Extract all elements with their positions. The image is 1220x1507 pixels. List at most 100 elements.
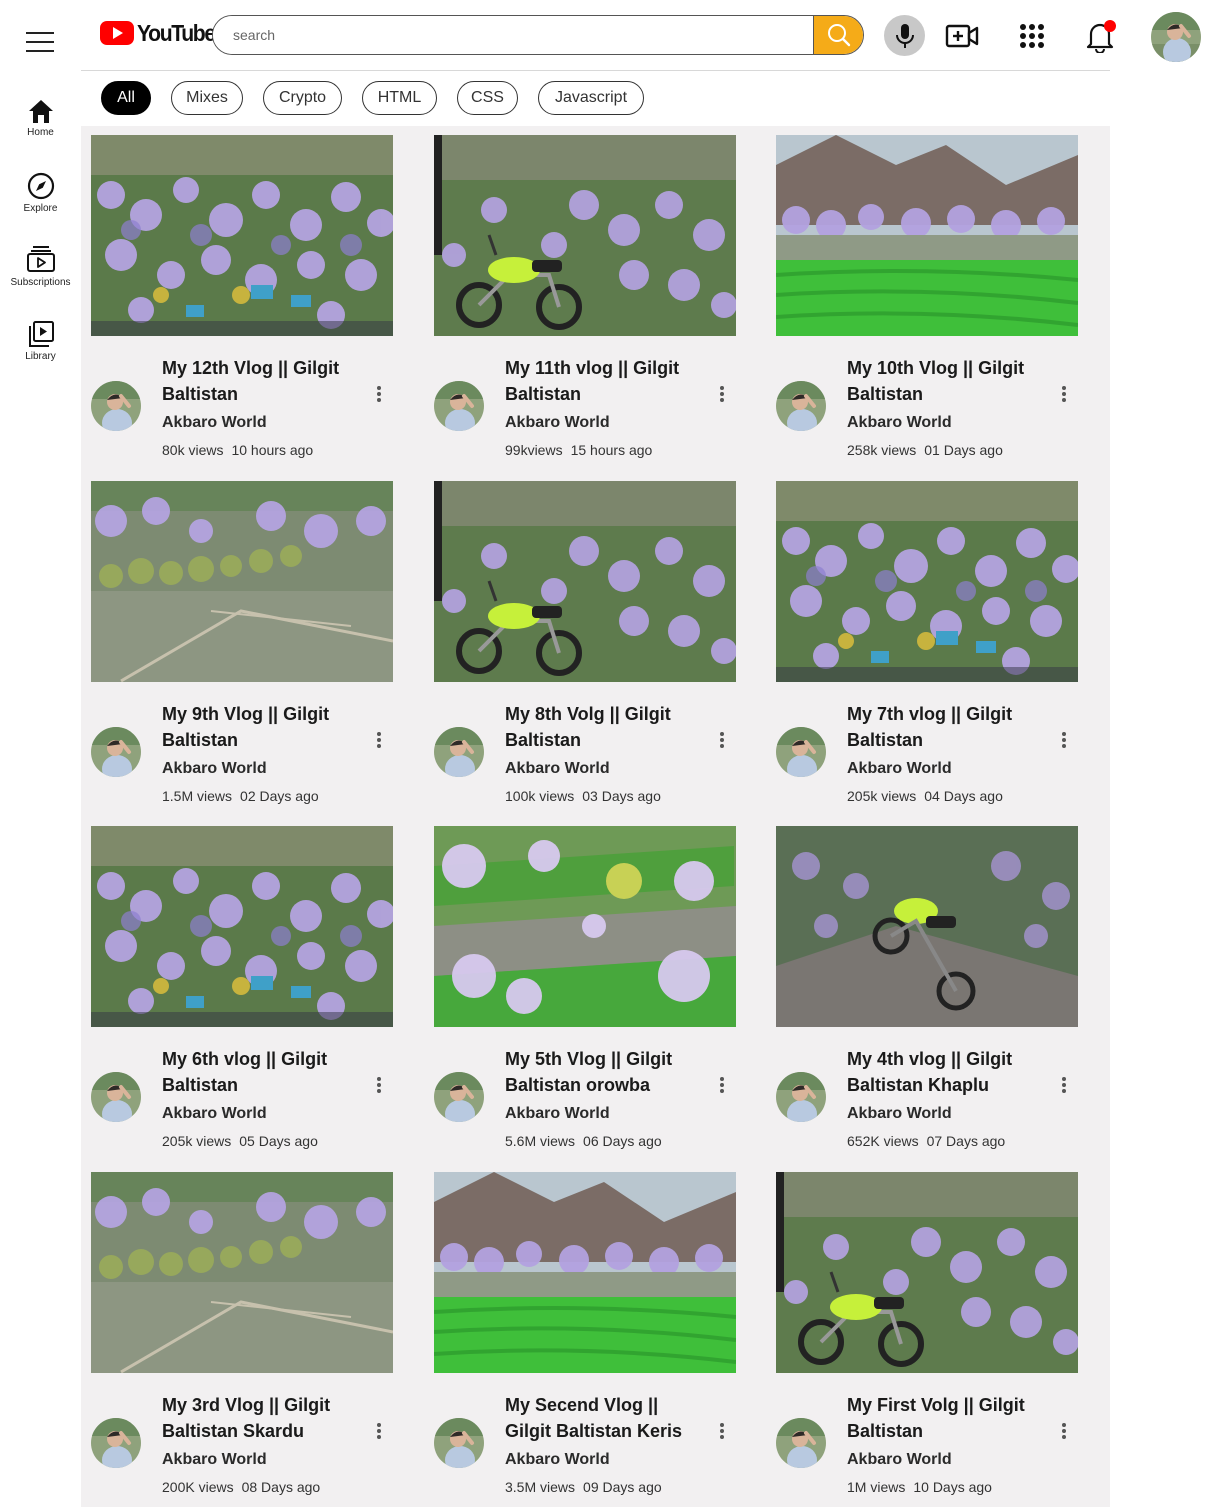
more-options-icon[interactable] xyxy=(373,383,385,405)
video-title[interactable]: My 11th vlog || Gilgit Baltistan xyxy=(505,355,705,407)
channel-name[interactable]: Akbaro World xyxy=(847,760,952,778)
menu-icon[interactable] xyxy=(26,32,54,58)
channel-avatar[interactable] xyxy=(776,727,826,777)
channel-name[interactable]: Akbaro World xyxy=(162,414,267,432)
video-thumbnail[interactable] xyxy=(91,826,393,1027)
channel-name[interactable]: Akbaro World xyxy=(505,1451,610,1469)
channel-avatar[interactable] xyxy=(776,1418,826,1468)
thumbnail-image xyxy=(776,1172,1078,1373)
thumbnail-image xyxy=(776,481,1078,682)
channel-name[interactable]: Akbaro World xyxy=(847,1451,952,1469)
video-title[interactable]: My 10th Vlog || Gilgit Baltistan xyxy=(847,355,1047,407)
channel-name[interactable]: Akbaro World xyxy=(505,414,610,432)
video-thumbnail[interactable] xyxy=(434,1172,736,1373)
apps-button[interactable] xyxy=(1014,18,1050,54)
channel-avatar[interactable] xyxy=(91,381,141,431)
channel-name[interactable]: Akbaro World xyxy=(505,760,610,778)
video-thumbnail[interactable] xyxy=(776,1172,1078,1373)
channel-avatar[interactable] xyxy=(91,1072,141,1122)
sidebar-item-library[interactable]: Library xyxy=(0,320,81,362)
channel-name[interactable]: Akbaro World xyxy=(162,760,267,778)
channel-avatar[interactable] xyxy=(434,1072,484,1122)
upload-age: 05 Days ago xyxy=(239,1133,318,1149)
sidebar-item-home[interactable]: Home xyxy=(0,98,81,138)
video-title[interactable]: My 9th Vlog || Gilgit Baltistan xyxy=(162,701,362,753)
video-title[interactable]: My Secend Vlog || Gilgit Baltistan Keris xyxy=(505,1392,705,1444)
video-thumbnail[interactable] xyxy=(776,135,1078,336)
view-count: 99kviews xyxy=(505,442,563,458)
video-title[interactable]: My 12th Vlog || Gilgit Baltistan xyxy=(162,355,362,407)
video-meta: 205k views 05 Days ago xyxy=(162,1133,318,1149)
upload-age: 09 Days ago xyxy=(583,1479,662,1495)
video-thumbnail[interactable] xyxy=(776,826,1078,1027)
video-title[interactable]: My 3rd Vlog || Gilgit Baltistan Skardu xyxy=(162,1392,362,1444)
account-avatar[interactable] xyxy=(1151,12,1201,62)
channel-name[interactable]: Akbaro World xyxy=(847,414,952,432)
more-options-icon[interactable] xyxy=(716,383,728,405)
more-options-icon[interactable] xyxy=(1058,729,1070,751)
search-input[interactable] xyxy=(213,16,813,54)
channel-name[interactable]: Akbaro World xyxy=(505,1105,610,1123)
compass-icon xyxy=(27,172,54,200)
video-title[interactable]: My 4th vlog || Gilgit Baltistan Khaplu xyxy=(847,1046,1047,1098)
channel-avatar[interactable] xyxy=(434,1418,484,1468)
chip-css[interactable]: CSS xyxy=(457,81,518,115)
video-title[interactable]: My 7th vlog || Gilgit Baltistan xyxy=(847,701,1047,753)
video-meta: 1.5M views 02 Days ago xyxy=(162,788,319,804)
voice-search-button[interactable] xyxy=(884,15,925,56)
more-options-icon[interactable] xyxy=(716,729,728,751)
youtube-logo[interactable]: YouTube xyxy=(100,18,221,48)
video-thumbnail[interactable] xyxy=(434,481,736,682)
video-thumbnail[interactable] xyxy=(776,481,1078,682)
chip-crypto[interactable]: Crypto xyxy=(263,81,342,115)
chip-html[interactable]: HTML xyxy=(362,81,437,115)
upload-age: 04 Days ago xyxy=(924,788,1003,804)
channel-name[interactable]: Akbaro World xyxy=(162,1105,267,1123)
view-count: 200K views xyxy=(162,1479,234,1495)
channel-avatar[interactable] xyxy=(91,1418,141,1468)
more-options-icon[interactable] xyxy=(1058,1420,1070,1442)
more-options-icon[interactable] xyxy=(373,1074,385,1096)
more-options-icon[interactable] xyxy=(373,1420,385,1442)
chip-mixes[interactable]: Mixes xyxy=(171,81,243,115)
video-title[interactable]: My 8th Volg || Gilgit Baltistan xyxy=(505,701,705,753)
view-count: 205k views xyxy=(162,1133,232,1149)
more-options-icon[interactable] xyxy=(716,1074,728,1096)
video-thumbnail[interactable] xyxy=(434,826,736,1027)
video-thumbnail[interactable] xyxy=(434,135,736,336)
video-meta: 3.5M views 09 Days ago xyxy=(505,1479,662,1495)
thumbnail-image xyxy=(91,1172,393,1373)
upload-age: 10 hours ago xyxy=(231,442,314,458)
video-title[interactable]: My 5th Vlog || Gilgit Baltistan orowba xyxy=(505,1046,705,1098)
chip-all[interactable]: All xyxy=(101,81,151,115)
video-thumbnail[interactable] xyxy=(91,1172,393,1373)
more-options-icon[interactable] xyxy=(1058,1074,1070,1096)
view-count: 205k views xyxy=(847,788,917,804)
thumbnail-image xyxy=(776,135,1078,336)
video-meta: 205k views 04 Days ago xyxy=(847,788,1003,804)
channel-avatar[interactable] xyxy=(434,727,484,777)
video-title[interactable]: My 6th vlog || Gilgit Baltistan xyxy=(162,1046,362,1098)
notifications-button[interactable] xyxy=(1082,18,1118,54)
channel-avatar[interactable] xyxy=(776,1072,826,1122)
chip-javascript[interactable]: Javascript xyxy=(538,81,644,115)
more-options-icon[interactable] xyxy=(373,729,385,751)
sidebar-item-subscriptions[interactable]: Subscriptions xyxy=(0,244,81,288)
create-video-button[interactable] xyxy=(944,18,980,54)
video-thumbnail[interactable] xyxy=(91,481,393,682)
video-thumbnail[interactable] xyxy=(91,135,393,336)
channel-name[interactable]: Akbaro World xyxy=(162,1451,267,1469)
search-button[interactable] xyxy=(813,16,863,54)
more-options-icon[interactable] xyxy=(716,1420,728,1442)
view-count: 652K views xyxy=(847,1133,919,1149)
apps-grid-icon xyxy=(1020,24,1044,48)
upload-age: 06 Days ago xyxy=(583,1133,662,1149)
channel-name[interactable]: Akbaro World xyxy=(847,1105,952,1123)
logo-text: YouTube xyxy=(137,19,216,46)
channel-avatar[interactable] xyxy=(434,381,484,431)
more-options-icon[interactable] xyxy=(1058,383,1070,405)
channel-avatar[interactable] xyxy=(776,381,826,431)
video-title[interactable]: My First Volg || Gilgit Baltistan xyxy=(847,1392,1047,1444)
sidebar-item-explore[interactable]: Explore xyxy=(0,172,81,214)
channel-avatar[interactable] xyxy=(91,727,141,777)
